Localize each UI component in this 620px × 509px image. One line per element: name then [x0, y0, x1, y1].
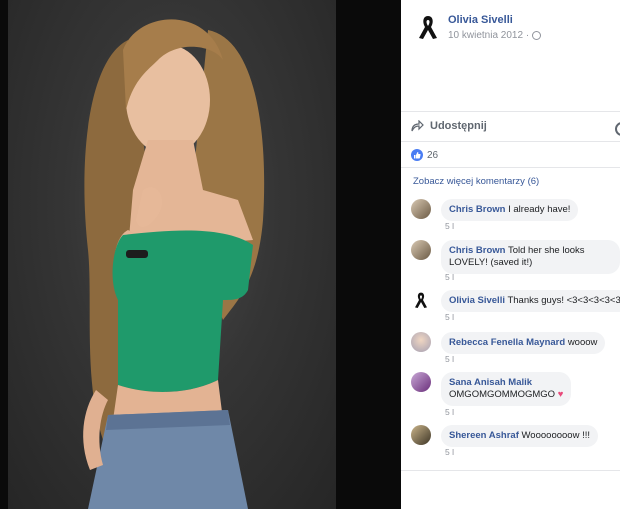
comment-author[interactable]: Chris Brown [449, 204, 505, 215]
comment-text: Woooooooow !!! [521, 430, 590, 441]
comment-time[interactable]: 5 l [445, 312, 454, 322]
divider-mid [401, 141, 620, 142]
comment-time[interactable]: 5 l [445, 221, 454, 231]
comment-item: Chris Brown Told her she looks LOVELY! (… [411, 240, 620, 274]
photo-illustration [83, 19, 265, 509]
comment-time[interactable]: 5 l [445, 407, 454, 417]
photo-viewer[interactable] [0, 0, 401, 509]
comment-bubble: Rebecca Fenella Maynard wooow [441, 332, 606, 354]
comment-time[interactable]: 5 l [445, 447, 454, 457]
post-date-text[interactable]: 10 kwietnia 2012 [448, 30, 523, 41]
comment-author[interactable]: Chris Brown [449, 245, 505, 256]
comment-item: Olivia Sivelli Thanks guys! <3<3<3<3<3 [411, 290, 620, 312]
black-ribbon-icon [419, 16, 437, 39]
divider-comments [401, 167, 620, 168]
black-ribbon-icon [415, 292, 427, 308]
share-arrow-icon [411, 120, 424, 132]
post-panel: Olivia Sivelli 10 kwietnia 2012 · Udostę… [401, 0, 620, 509]
comment-author[interactable]: Olivia Sivelli [449, 295, 505, 306]
globe-icon[interactable] [531, 30, 541, 40]
comment-bubble: Shereen Ashraf Woooooooow !!! [441, 425, 598, 447]
view-more-comments-link[interactable]: Zobacz więcej komentarzy (6) [413, 176, 539, 187]
comment-item: Rebecca Fenella Maynard wooow [411, 332, 606, 354]
reactions-summary[interactable]: 26 [411, 149, 438, 161]
comment-bubble: Chris Brown Told her she looks LOVELY! (… [441, 240, 620, 274]
comment-bubble: Sana Anisah Malik OMGOMGOMMOGMGO ♥ [441, 372, 572, 406]
divider-bottom [401, 470, 620, 471]
comment-text: wooow [567, 337, 598, 348]
comment-author[interactable]: Sana Anisah Malik [449, 377, 532, 388]
post-timestamp[interactable]: 10 kwietnia 2012 · [448, 30, 541, 41]
avatar[interactable] [411, 372, 431, 392]
edge-options-icon[interactable] [615, 122, 620, 136]
divider-top [401, 111, 620, 112]
comment-author[interactable]: Rebecca Fenella Maynard [449, 337, 565, 348]
comment-bubble: Olivia Sivelli Thanks guys! <3<3<3<3<3 [441, 290, 620, 312]
like-count: 26 [427, 149, 439, 161]
avatar[interactable] [411, 290, 431, 310]
share-label: Udostępnij [430, 120, 487, 132]
author-name[interactable]: Olivia Sivelli [448, 14, 513, 26]
comment-text: OMGOMGOMMOGMGO [449, 389, 556, 400]
comment-item: Chris Brown I already have! [411, 199, 579, 221]
heart-icon: ♥ [557, 389, 564, 400]
comment-item: Shereen Ashraf Woooooooow !!! [411, 425, 598, 447]
author-avatar[interactable] [413, 12, 443, 42]
avatar[interactable] [411, 199, 431, 219]
comment-item: Sana Anisah Malik OMGOMGOMMOGMGO ♥ [411, 372, 572, 406]
like-icon [411, 149, 423, 161]
comment-bubble: Chris Brown I already have! [441, 199, 579, 221]
avatar[interactable] [411, 240, 431, 260]
comment-time[interactable]: 5 l [445, 272, 454, 282]
comment-author[interactable]: Shereen Ashraf [449, 430, 519, 441]
comment-text: I already have! [508, 204, 571, 215]
share-button[interactable]: Udostępnij [411, 120, 487, 132]
post-photo[interactable] [8, 0, 336, 509]
avatar[interactable] [411, 332, 431, 352]
comment-time[interactable]: 5 l [445, 354, 454, 364]
comment-text: Thanks guys! <3<3<3<3<3 [507, 295, 620, 306]
avatar[interactable] [411, 425, 431, 445]
